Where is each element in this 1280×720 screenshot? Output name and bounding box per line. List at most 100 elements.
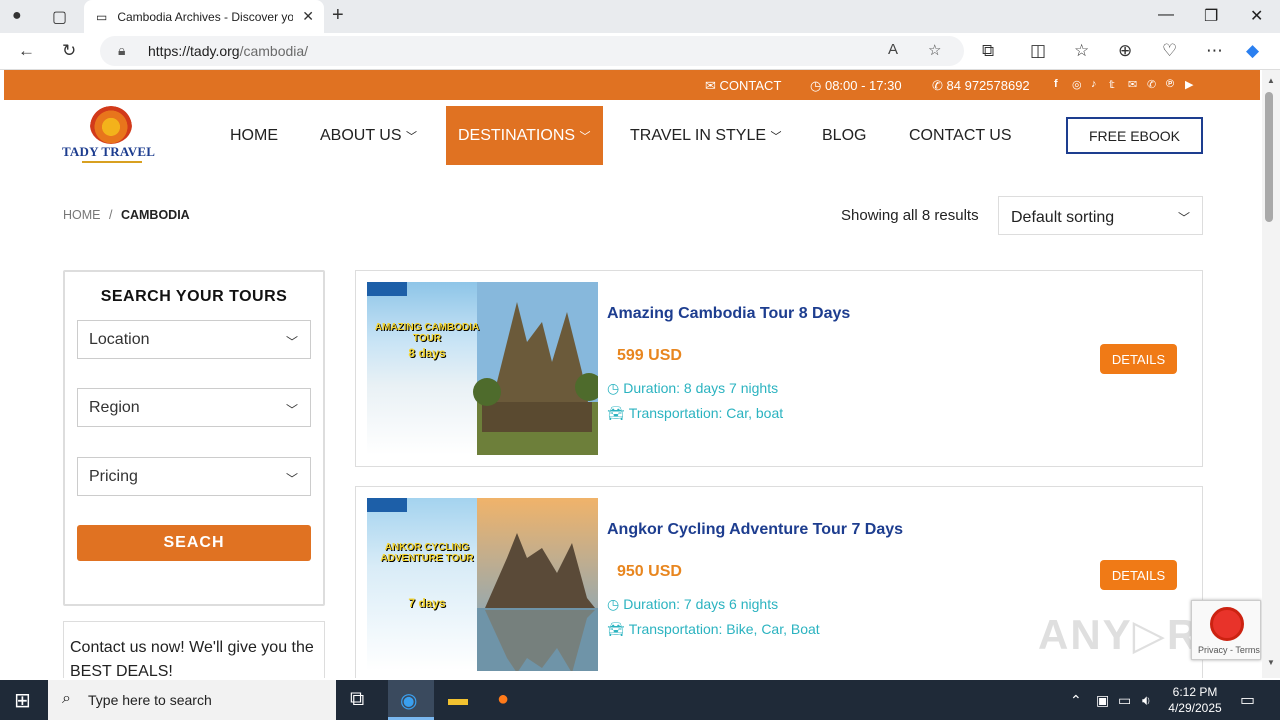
profile-icon[interactable]: ● bbox=[12, 7, 22, 25]
collections-icon[interactable]: ⊕ bbox=[1118, 41, 1132, 61]
twitter-icon[interactable]: 𝕥 bbox=[1109, 78, 1115, 91]
lock-icon[interactable]: 🔒︎ bbox=[118, 42, 125, 59]
hours-label: 08:00 - 17:30 bbox=[824, 78, 902, 93]
favorite-star-icon[interactable]: ☆ bbox=[928, 41, 941, 59]
network-icon[interactable]: ▭ bbox=[1118, 692, 1131, 709]
performance-icon[interactable]: ♡ bbox=[1162, 41, 1177, 61]
transport-text: Transportation: Car, boat bbox=[628, 405, 784, 421]
temple-illustration bbox=[367, 282, 598, 455]
search-tours-title: SEARCH YOUR TOURS bbox=[100, 288, 288, 305]
results-count: Showing all 8 results bbox=[841, 207, 979, 224]
page-icon: ▭ bbox=[96, 9, 108, 24]
recaptcha-badge[interactable]: Privacy - Terms bbox=[1191, 600, 1261, 660]
chevron-down-icon: ﹀ bbox=[579, 131, 591, 143]
restore-icon[interactable]: ❐ bbox=[1204, 6, 1218, 26]
chevron-down-icon: ﹀ bbox=[285, 472, 298, 486]
close-tab-icon[interactable]: ✕ bbox=[302, 8, 314, 25]
menu-blog[interactable]: BLOG bbox=[822, 106, 866, 165]
url-host: https://tady.org bbox=[148, 43, 240, 59]
youtube-icon[interactable]: ▶ bbox=[1185, 78, 1193, 91]
chevron-down-icon: ﹀ bbox=[1177, 211, 1190, 225]
phone-link[interactable]: ✆ 84 972578692 bbox=[932, 78, 1030, 94]
menu-destinations-label: DESTINATIONS bbox=[458, 127, 576, 144]
clock-date: 4/29/2025 bbox=[1168, 701, 1222, 715]
chevron-down-icon: ﹀ bbox=[770, 131, 782, 143]
task-view-icon[interactable]: ⧉ bbox=[350, 688, 364, 711]
volume-icon[interactable]: 🔉︎ bbox=[1142, 692, 1151, 709]
search-tours-panel: SEARCH YOUR TOURS Location ﹀ Region ﹀ Pr… bbox=[63, 270, 325, 606]
sort-select[interactable]: Default sorting ﹀ bbox=[998, 196, 1203, 235]
instagram-icon[interactable]: ◎ bbox=[1072, 78, 1082, 91]
extensions-icon[interactable]: ⧉ bbox=[982, 41, 994, 61]
chevron-down-icon: ﹀ bbox=[405, 131, 417, 143]
new-tab-icon[interactable]: + bbox=[332, 4, 344, 27]
facebook-icon[interactable]: f bbox=[1054, 78, 1058, 90]
recaptcha-text[interactable]: Privacy - Terms bbox=[1198, 645, 1260, 655]
chevron-up-icon[interactable]: ⌃ bbox=[1070, 692, 1082, 709]
web-page: ✉ CONTACT ◷ 08:00 - 17:30 ✆ 84 972578692… bbox=[0, 70, 1262, 678]
windows-taskbar: ⊞ ⌕ Type here to search ⧉ ◉ ▬ ● ⌃ ▣ ▭ 🔉︎… bbox=[0, 680, 1280, 720]
region-select[interactable]: Region ﹀ bbox=[77, 388, 311, 427]
favorites-icon[interactable]: ☆ bbox=[1074, 41, 1089, 61]
breadcrumb-current: CAMBODIA bbox=[120, 208, 190, 222]
breadcrumb-sep: / bbox=[108, 208, 113, 222]
temple-illustration bbox=[367, 498, 598, 671]
free-ebook-button[interactable]: FREE EBOOK bbox=[1066, 117, 1203, 154]
tour-transport: 🚘︎ Transportation: Car, boat bbox=[607, 405, 783, 422]
more-menu-icon[interactable]: ⋯ bbox=[1206, 41, 1223, 61]
tiktok-icon[interactable]: ♪ bbox=[1091, 78, 1097, 90]
pinterest-icon[interactable]: ℗ bbox=[1166, 78, 1174, 90]
breadcrumb: HOME / CAMBODIA bbox=[63, 208, 190, 222]
phone-icon[interactable]: ✆ bbox=[1147, 78, 1156, 91]
pricing-select[interactable]: Pricing ﹀ bbox=[77, 457, 311, 496]
close-window-icon[interactable]: ✕ bbox=[1250, 6, 1263, 26]
details-button[interactable]: DETAILS bbox=[1100, 344, 1177, 374]
device-icon[interactable]: ▣ bbox=[1096, 692, 1109, 709]
menu-home[interactable]: HOME bbox=[230, 106, 278, 165]
site-logo[interactable]: TADY TRAVEL bbox=[62, 106, 162, 164]
tour-thumbnail[interactable]: AMAZING CAMBODIA TOUR 8 days bbox=[367, 282, 598, 455]
edge-icon[interactable]: ◉ bbox=[400, 688, 417, 713]
menu-about-us[interactable]: ABOUT US ﹀ bbox=[320, 106, 417, 165]
refresh-icon[interactable]: ↻ bbox=[62, 41, 76, 61]
contact-promo: Contact us now! We'll give you the BEST … bbox=[63, 621, 325, 678]
notification-icon[interactable]: ▭ bbox=[1240, 690, 1255, 710]
mail-icon[interactable]: ✉ bbox=[1128, 78, 1137, 91]
chevron-down-icon: ﹀ bbox=[285, 335, 298, 349]
search-button[interactable]: SEACH bbox=[77, 525, 311, 561]
sort-value: Default sorting bbox=[1011, 209, 1115, 226]
contact-link[interactable]: ✉ CONTACT bbox=[705, 78, 781, 94]
scroll-down-icon[interactable]: ▼ bbox=[1267, 658, 1275, 667]
tour-duration: ◷ Duration: 7 days 6 nights bbox=[607, 596, 778, 613]
back-icon[interactable]: ← bbox=[18, 41, 35, 61]
tour-thumbnail[interactable]: ANKOR CYCLING ADVENTURE TOUR 7 days bbox=[367, 498, 598, 671]
tour-title[interactable]: Amazing Cambodia Tour 8 Days bbox=[607, 305, 850, 323]
clock-time: 6:12 PM bbox=[1172, 685, 1218, 699]
browser-navbar: ← ↻ 🔒︎ https://tady.org/cambodia/ A ☆ ⧉ … bbox=[0, 33, 1280, 70]
details-button[interactable]: DETAILS bbox=[1100, 560, 1177, 590]
breadcrumb-home[interactable]: HOME bbox=[63, 208, 101, 222]
car-icon: 🚘︎ bbox=[607, 621, 625, 637]
address-bar[interactable]: 🔒︎ https://tady.org/cambodia/ A ☆ bbox=[100, 36, 964, 66]
browser-tab[interactable]: ▭ Cambodia Archives - Discover yo ✕ bbox=[84, 0, 324, 33]
tour-title[interactable]: Angkor Cycling Adventure Tour 7 Days bbox=[607, 521, 903, 539]
taskbar-search[interactable]: ⌕ Type here to search bbox=[48, 680, 336, 720]
minimize-icon[interactable]: — bbox=[1158, 6, 1174, 24]
location-select[interactable]: Location ﹀ bbox=[77, 320, 311, 359]
copilot-icon[interactable]: ◆ bbox=[1246, 41, 1259, 61]
firefox-icon[interactable]: ● bbox=[497, 688, 509, 711]
menu-contact-us[interactable]: CONTACT US bbox=[909, 106, 1012, 165]
menu-destinations[interactable]: DESTINATIONS ﹀ bbox=[446, 106, 603, 165]
system-clock[interactable]: 6:12 PM 4/29/2025 bbox=[1160, 684, 1230, 716]
scroll-up-icon[interactable]: ▲ bbox=[1267, 76, 1275, 85]
split-screen-icon[interactable]: ◫ bbox=[1030, 41, 1046, 61]
pricing-value: Pricing bbox=[89, 468, 138, 485]
windows-start-icon[interactable]: ⊞ bbox=[14, 688, 31, 713]
file-explorer-icon[interactable]: ▬ bbox=[448, 688, 468, 711]
scrollbar-thumb[interactable] bbox=[1265, 92, 1273, 222]
menu-travel-in-style[interactable]: TRAVEL IN STYLE ﹀ bbox=[630, 106, 782, 165]
hours: ◷ 08:00 - 17:30 bbox=[810, 78, 902, 93]
tab-actions-icon[interactable]: ▢ bbox=[52, 7, 67, 27]
read-aloud-icon[interactable]: A bbox=[888, 41, 898, 58]
page-scrollbar[interactable]: ▲ ▼ bbox=[1262, 70, 1280, 678]
